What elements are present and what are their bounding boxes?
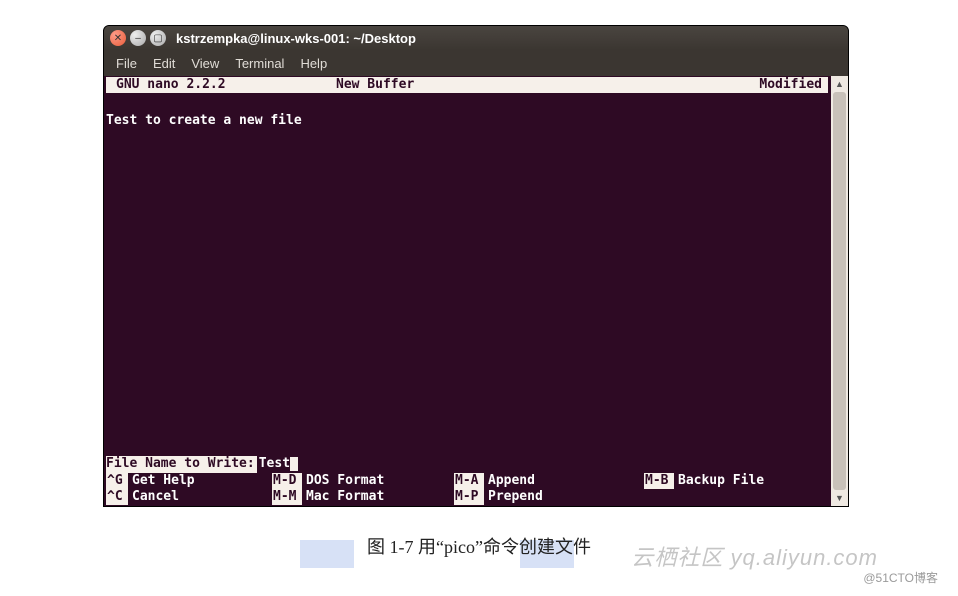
menu-bar: File Edit View Terminal Help: [104, 50, 848, 76]
prompt-value[interactable]: Test: [257, 456, 298, 472]
window-title: kstrzempka@linux-wks-001: ~/Desktop: [176, 31, 416, 46]
shortcut-desc: Cancel: [128, 489, 272, 505]
menu-edit[interactable]: Edit: [145, 53, 183, 74]
shortcut-key-empty: [644, 489, 674, 505]
shortcut-desc: Get Help: [128, 473, 272, 489]
menu-view[interactable]: View: [183, 53, 227, 74]
menu-help[interactable]: Help: [292, 53, 335, 74]
nano-shortcut-bar: ^G Get Help M-D DOS Format M-A Append M-…: [106, 473, 828, 506]
shortcut-desc: DOS Format: [302, 473, 454, 489]
maximize-icon[interactable]: ▢: [150, 30, 166, 46]
nano-header: GNU nano 2.2.2 New Buffer Modified: [106, 77, 828, 93]
minimize-icon[interactable]: –: [130, 30, 146, 46]
shortcut-key[interactable]: ^G: [106, 473, 128, 489]
scroll-down-icon[interactable]: ▼: [831, 490, 848, 506]
watermark-text: 云栖社区 yq.aliyun.com: [631, 540, 878, 572]
shortcut-key[interactable]: ^C: [106, 489, 128, 505]
window-titlebar[interactable]: ✕ – ▢ kstrzempka@linux-wks-001: ~/Deskto…: [104, 26, 848, 50]
scrollbar-thumb[interactable]: [833, 92, 846, 490]
nano-version: GNU nano 2.2.2: [106, 77, 336, 93]
vertical-scrollbar[interactable]: ▲ ▼: [830, 76, 848, 506]
menu-file[interactable]: File: [108, 53, 145, 74]
shortcut-desc: Mac Format: [302, 489, 454, 505]
shortcut-desc: Append: [484, 473, 644, 489]
text-cursor: [290, 457, 298, 471]
shortcut-key[interactable]: M-D: [272, 473, 302, 489]
shortcut-desc: Prepend: [484, 489, 644, 505]
shortcut-key[interactable]: M-B: [644, 473, 674, 489]
shortcut-desc: Backup File: [674, 473, 828, 489]
prompt-label: File Name to Write:: [106, 456, 257, 472]
terminal-content[interactable]: GNU nano 2.2.2 New Buffer Modified Test …: [104, 76, 830, 506]
nano-modified-flag: Modified: [759, 77, 828, 93]
terminal-area: GNU nano 2.2.2 New Buffer Modified Test …: [104, 76, 848, 506]
nano-buffer-name: New Buffer: [336, 77, 759, 93]
scroll-up-icon[interactable]: ▲: [831, 76, 848, 92]
close-icon[interactable]: ✕: [110, 30, 126, 46]
shortcut-key[interactable]: M-A: [454, 473, 484, 489]
shortcut-key[interactable]: M-P: [454, 489, 484, 505]
terminal-window: ✕ – ▢ kstrzempka@linux-wks-001: ~/Deskto…: [103, 25, 849, 507]
filename-input-text: Test: [259, 456, 290, 471]
watermark-source: @51CTO博客: [863, 569, 938, 586]
shortcut-desc-empty: [674, 489, 828, 505]
shortcut-key[interactable]: M-M: [272, 489, 302, 505]
nano-filename-prompt[interactable]: File Name to Write: Test: [106, 457, 828, 473]
nano-editor-body[interactable]: Test to create a new file: [106, 93, 828, 457]
menu-terminal[interactable]: Terminal: [227, 53, 292, 74]
